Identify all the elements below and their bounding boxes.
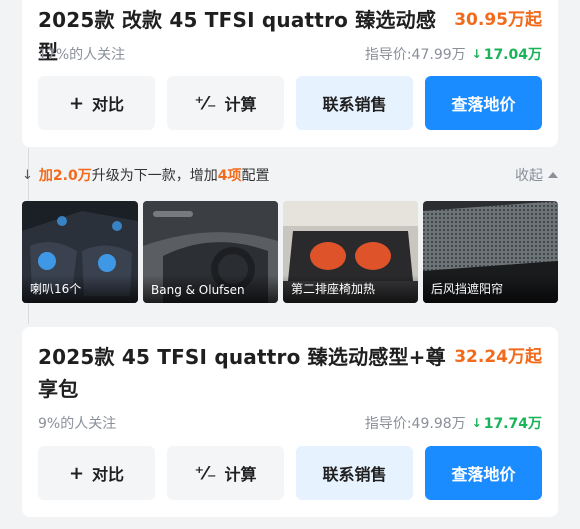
upgrade-count: 4项 — [217, 168, 242, 184]
calculate-button[interactable]: ⁺⁄₋ 计算 — [167, 446, 284, 500]
floor-price-button[interactable]: 查落地价 — [425, 446, 542, 500]
guide-price: 指导价:49.98万 — [364, 416, 466, 432]
collapse-toggle[interactable]: 收起 — [515, 165, 558, 185]
trim-title: 2025款 45 TFSI quattro 臻选动感型+尊 享包 — [38, 341, 446, 405]
calculate-label: 计算 — [224, 95, 257, 114]
upgrade-amount: 2.0万 — [52, 168, 92, 184]
arrow-down-icon: ↓ — [22, 167, 33, 183]
trim-price: 30.95万起 — [454, 10, 542, 30]
price-drop: ↓ 17.04万 — [472, 44, 542, 64]
contact-sales-label: 联系销售 — [322, 95, 387, 114]
upgrade-hint: ↓ 加2.0万升级为下一款，增加4项配置 收起 — [22, 160, 558, 190]
feature-caption: 后风挡遮阳帘 — [423, 275, 558, 303]
compare-label: 对比 — [92, 95, 125, 114]
plus-icon: + — [68, 462, 85, 484]
attention-stat: 9%的人关注 — [38, 413, 116, 433]
attention-label: 的人关注 — [60, 416, 117, 432]
arrow-down-icon: ↓ — [471, 416, 482, 430]
feature-card-bang-olufsen[interactable]: Bang & Olufsen — [143, 201, 278, 303]
feature-gallery: 喇叭16个 Bang & Olufsen 第二排座椅加热 后风挡遮阳帘 — [22, 201, 560, 303]
calculate-label: 计算 — [224, 465, 257, 484]
guide-price: 指导价:47.99万 — [364, 47, 466, 63]
calculate-button[interactable]: ⁺⁄₋ 计算 — [167, 76, 284, 130]
feature-card-speakers[interactable]: 喇叭16个 — [22, 201, 138, 303]
trim-title-line-1: 2025款 45 TFSI quattro 臻选动感型+尊 — [38, 345, 446, 369]
price-drop-value: 17.04万 — [483, 47, 542, 63]
price-drop-value: 17.74万 — [483, 416, 542, 432]
plus-icon: + — [68, 92, 85, 114]
attention-percent: 9% — [38, 416, 61, 432]
contact-sales-button[interactable]: 联系销售 — [296, 446, 413, 500]
contact-sales-button[interactable]: 联系销售 — [296, 76, 413, 130]
upgrade-prefix: 加 — [38, 168, 53, 184]
feature-card-rear-sunshade[interactable]: 后风挡遮阳帘 — [423, 201, 558, 303]
attention-stat: 17%的人关注 — [38, 44, 125, 64]
floor-price-button[interactable]: 查落地价 — [425, 76, 542, 130]
feature-caption: 第二排座椅加热 — [283, 275, 418, 303]
price-drop: ↓ 17.74万 — [472, 413, 542, 433]
upgrade-middle: 升级为下一款，增加 — [91, 168, 218, 184]
feature-caption: Bang & Olufsen — [143, 275, 278, 303]
floor-price-label: 查落地价 — [451, 465, 516, 484]
guide-price-block: 指导价:47.99万 ↓ 17.04万 — [365, 44, 542, 64]
arrow-down-icon: ↓ — [471, 47, 482, 61]
feature-card-rear-seat-heating[interactable]: 第二排座椅加热 — [283, 201, 418, 303]
caret-up-icon — [548, 172, 558, 178]
attention-label: 的人关注 — [69, 47, 126, 63]
trim-card-2[interactable]: 2025款 45 TFSI quattro 臻选动感型+尊 享包 32.24万起… — [22, 327, 558, 517]
upgrade-suffix: 配置 — [241, 168, 270, 184]
floor-price-label: 查落地价 — [451, 95, 516, 114]
trim-card-1[interactable]: 2025款 改款 45 TFSI quattro 臻选动感型 30.95万起 1… — [22, 0, 558, 147]
compare-button[interactable]: + 对比 — [38, 446, 155, 500]
calculator-icon: ⁺⁄₋ — [194, 92, 217, 114]
feature-caption: 喇叭16个 — [22, 275, 138, 303]
collapse-label: 收起 — [515, 168, 543, 184]
calculator-icon: ⁺⁄₋ — [194, 462, 217, 484]
guide-price-block: 指导价:49.98万 ↓ 17.74万 — [365, 413, 542, 433]
contact-sales-label: 联系销售 — [322, 465, 387, 484]
compare-label: 对比 — [92, 465, 125, 484]
attention-percent: 17% — [38, 47, 70, 63]
compare-button[interactable]: + 对比 — [38, 76, 155, 130]
upgrade-text: ↓ 加2.0万升级为下一款，增加4项配置 — [22, 165, 269, 185]
trim-title-line-2: 享包 — [38, 377, 79, 401]
trim-price: 32.24万起 — [454, 347, 542, 367]
